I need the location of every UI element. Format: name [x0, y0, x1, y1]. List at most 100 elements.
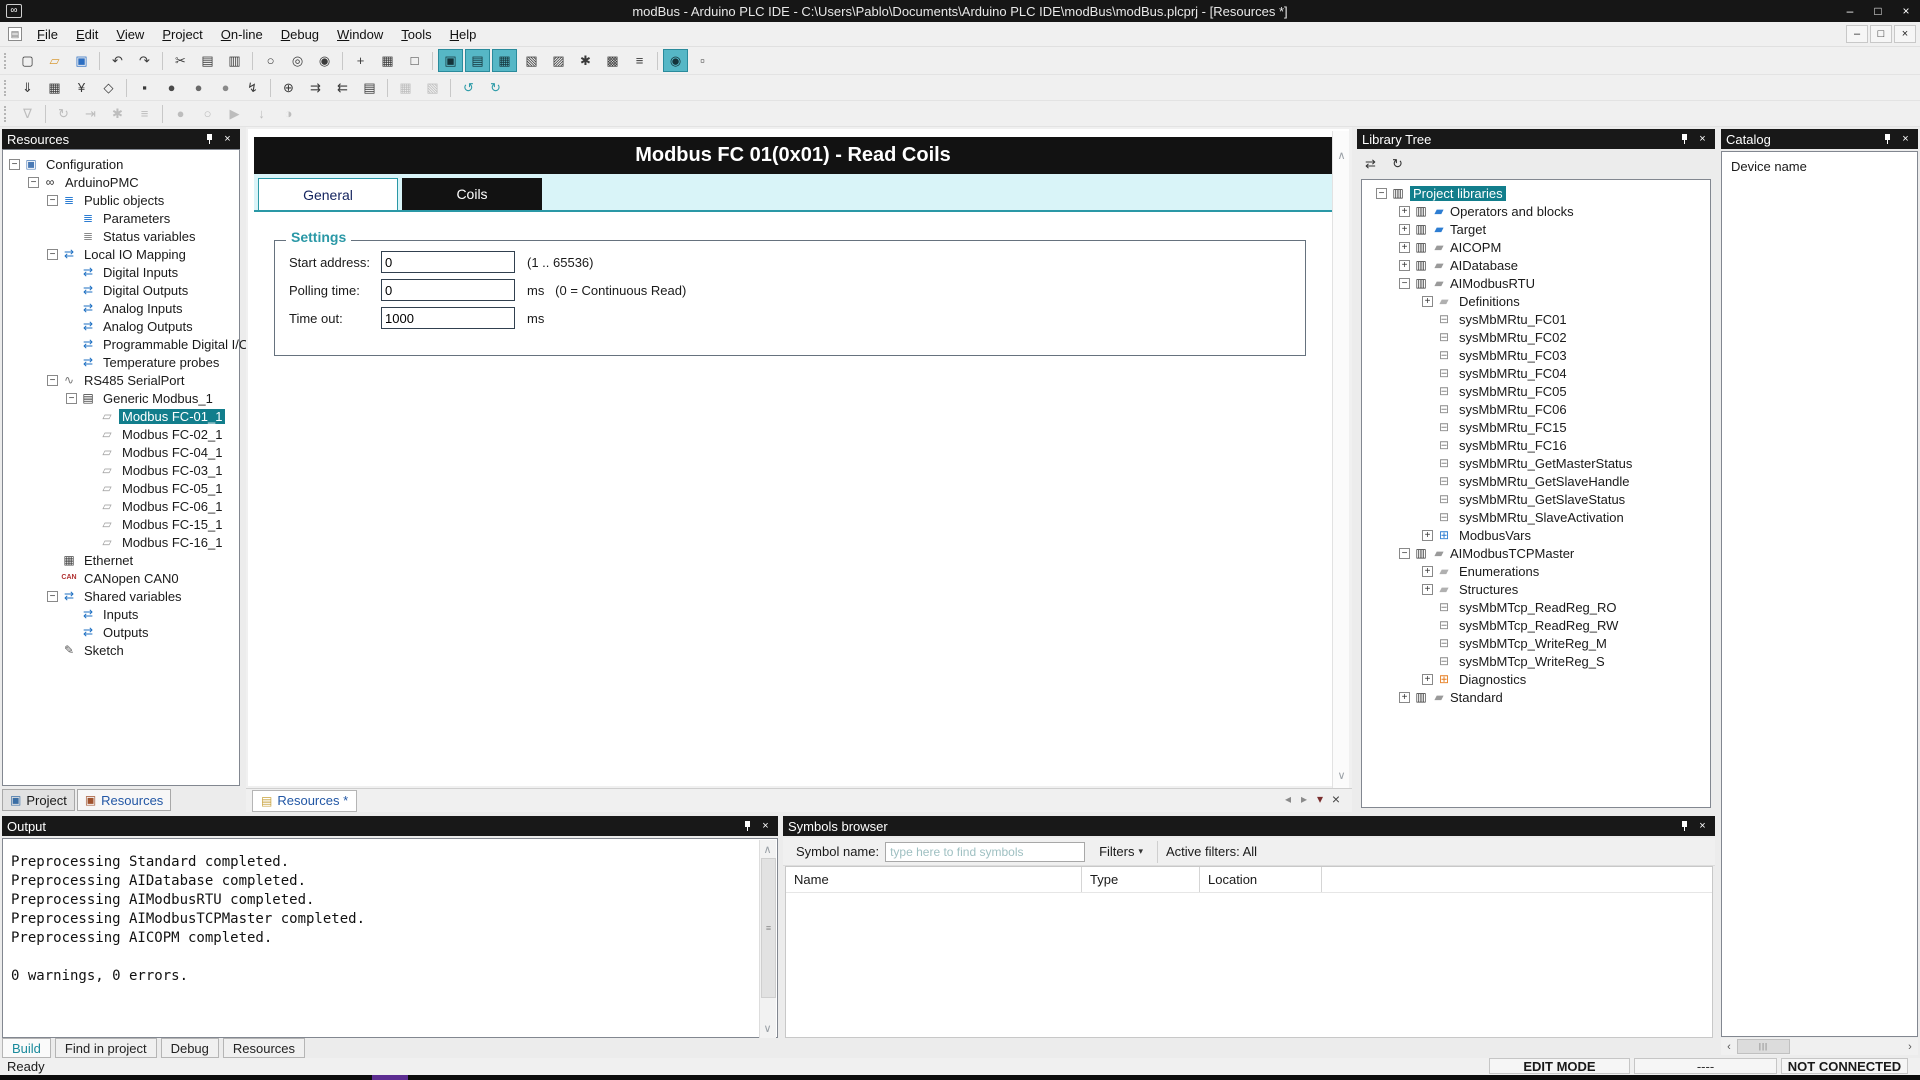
pin-icon[interactable]: [740, 819, 755, 834]
undo-icon[interactable]: ↶: [105, 49, 130, 72]
library-item-sysmbmrtu-fc05[interactable]: ⊟sysMbMRtu_FC05: [1362, 382, 1710, 400]
scrollbar-thumb[interactable]: ≡: [761, 858, 776, 998]
resources-item-rs485-serialport[interactable]: −∿RS485 SerialPort: [3, 371, 239, 389]
text-editor-icon[interactable]: ≡: [627, 49, 652, 72]
close-icon[interactable]: ×: [1695, 819, 1710, 834]
trigger-icon[interactable]: ↯: [240, 76, 265, 99]
resources-item-programmable-digital-i-o[interactable]: ⇄Programmable Digital I/O: [3, 335, 239, 353]
led-2-icon[interactable]: ●: [186, 76, 211, 99]
run-icon[interactable]: ▶: [222, 102, 247, 125]
resources-item-modbus-fc-16-1[interactable]: ▱Modbus FC-16_1: [3, 533, 239, 551]
bottom-tab-find-in-project[interactable]: Find in project: [55, 1038, 157, 1058]
resources-item-outputs[interactable]: ⇄Outputs: [3, 623, 239, 641]
copy-icon[interactable]: ▤: [195, 49, 220, 72]
resources-item-modbus-fc-02-1[interactable]: ▱Modbus FC-02_1: [3, 425, 239, 443]
resources-item-local-io-mapping[interactable]: −⇄Local IO Mapping: [3, 245, 239, 263]
resources-item-digital-inputs[interactable]: ⇄Digital Inputs: [3, 263, 239, 281]
menu-help[interactable]: Help: [441, 24, 486, 45]
trend-window-icon[interactable]: ▩: [600, 49, 625, 72]
collapse-icon[interactable]: −: [9, 159, 20, 170]
library-item-sysmbmrtu-getmasterstatus[interactable]: ⊟sysMbMRtu_GetMasterStatus: [1362, 454, 1710, 472]
key-icon[interactable]: ¥: [69, 76, 94, 99]
library-item-sysmbmrtu-fc04[interactable]: ⊟sysMbMRtu_FC04: [1362, 364, 1710, 382]
attach-icon[interactable]: ◑: [276, 102, 301, 125]
polling-time-input[interactable]: [381, 279, 515, 301]
resources-item-generic-modbus-1[interactable]: −▤Generic Modbus_1: [3, 389, 239, 407]
insert-watch-icon[interactable]: ⇇: [330, 76, 355, 99]
record-icon[interactable]: ●: [168, 102, 193, 125]
led-1-icon[interactable]: ●: [159, 76, 184, 99]
symbol-search-input[interactable]: [885, 842, 1085, 862]
scroll-down-icon[interactable]: ∨: [760, 1022, 775, 1035]
menu-view[interactable]: View: [107, 24, 153, 45]
menu-project[interactable]: Project: [153, 24, 211, 45]
resources-item-configuration[interactable]: −▣Configuration: [3, 155, 239, 173]
collapse-icon[interactable]: −: [28, 177, 39, 188]
grid-config-icon[interactable]: ▧: [420, 76, 445, 99]
resources-item-arduinopmc[interactable]: −∞ArduinoPMC: [3, 173, 239, 191]
pin-icon[interactable]: [1677, 132, 1692, 147]
print-preview-icon[interactable]: □: [402, 49, 427, 72]
resources-item-status-variables[interactable]: ≣Status variables: [3, 227, 239, 245]
tab-project[interactable]: ▣ Project: [2, 789, 75, 811]
scroll-right-icon[interactable]: ›: [1902, 1041, 1918, 1053]
step-icon[interactable]: ↓: [249, 102, 274, 125]
library-item-sysmbmtcp-writereg-s[interactable]: ⊟sysMbMTcp_WriteReg_S: [1362, 652, 1710, 670]
close-icon[interactable]: ×: [1898, 132, 1913, 147]
doc-tab-resources[interactable]: ▤ Resources *: [252, 790, 357, 812]
library-item-aimodbustcpmaster[interactable]: −▥▰AIModbusTCPMaster: [1362, 544, 1710, 562]
library-item-sysmbmrtu-fc06[interactable]: ⊟sysMbMRtu_FC06: [1362, 400, 1710, 418]
mdi-restore-icon[interactable]: □: [1870, 25, 1892, 43]
tab-general[interactable]: General: [258, 178, 398, 210]
tab-resources[interactable]: ▣ Resources: [77, 789, 171, 811]
library-item-sysmbmtcp-writereg-m[interactable]: ⊟sysMbMTcp_WriteReg_M: [1362, 634, 1710, 652]
task-list-icon[interactable]: ≡: [132, 102, 157, 125]
pin-icon[interactable]: [1677, 819, 1692, 834]
collapse-icon[interactable]: −: [1399, 548, 1410, 559]
collapse-icon[interactable]: −: [47, 249, 58, 260]
pin-icon[interactable]: [1880, 132, 1895, 147]
resources-item-public-objects[interactable]: −≣Public objects: [3, 191, 239, 209]
resources-item-modbus-fc-05-1[interactable]: ▱Modbus FC-05_1: [3, 479, 239, 497]
library-refresh-icon[interactable]: ↻: [1385, 153, 1410, 176]
options-icon[interactable]: ✱: [573, 49, 598, 72]
download-code-icon[interactable]: ⇓: [15, 76, 40, 99]
library-item-project-libraries[interactable]: −▥Project libraries: [1362, 184, 1710, 202]
compile-icon[interactable]: ▦: [42, 76, 67, 99]
library-item-structures[interactable]: +▰Structures: [1362, 580, 1710, 598]
tab-coils[interactable]: Coils: [402, 178, 542, 210]
library-item-sysmbmtcp-readreg-rw[interactable]: ⊟sysMbMTcp_ReadReg_RW: [1362, 616, 1710, 634]
bottom-tab-resources[interactable]: Resources: [223, 1038, 305, 1058]
run-task-icon[interactable]: ↻: [51, 102, 76, 125]
grid-mapping-icon[interactable]: ▦: [393, 76, 418, 99]
paste-icon[interactable]: ▥: [222, 49, 247, 72]
filters-button[interactable]: Filters ▾: [1093, 842, 1149, 861]
task-config-icon[interactable]: ✱: [105, 102, 130, 125]
close-icon[interactable]: ×: [1695, 132, 1710, 147]
save-project-icon[interactable]: ▣: [69, 49, 94, 72]
find-icon[interactable]: ○: [258, 49, 283, 72]
resources-item-analog-outputs[interactable]: ⇄Analog Outputs: [3, 317, 239, 335]
menu-edit[interactable]: Edit: [67, 24, 107, 45]
editor-vertical-scrollbar[interactable]: ∧ ∨: [1332, 131, 1349, 788]
resources-item-modbus-fc-15-1[interactable]: ▱Modbus FC-15_1: [3, 515, 239, 533]
bottom-tab-debug[interactable]: Debug: [161, 1038, 219, 1058]
resources-item-modbus-fc-03-1[interactable]: ▱Modbus FC-03_1: [3, 461, 239, 479]
mdi-minimize-icon[interactable]: –: [1846, 25, 1868, 43]
library-tree-window-icon[interactable]: ▦: [492, 49, 517, 72]
symbols-browser-window-icon[interactable]: ◉: [663, 49, 688, 72]
expand-icon[interactable]: +: [1422, 566, 1433, 577]
library-item-sysmbmrtu-fc02[interactable]: ⊟sysMbMRtu_FC02: [1362, 328, 1710, 346]
collapse-icon[interactable]: −: [47, 195, 58, 206]
collapse-icon[interactable]: −: [1399, 278, 1410, 289]
led-3-icon[interactable]: ●: [213, 76, 238, 99]
collapse-icon[interactable]: −: [66, 393, 77, 404]
library-item-sysmbmtcp-readreg-ro[interactable]: ⊟sysMbMTcp_ReadReg_RO: [1362, 598, 1710, 616]
library-item-definitions[interactable]: +▰Definitions: [1362, 292, 1710, 310]
scrollbar-thumb[interactable]: |||: [1737, 1039, 1790, 1054]
menu-debug[interactable]: Debug: [272, 24, 328, 45]
doc-nav-prev-icon[interactable]: ◂: [1280, 792, 1296, 806]
navigate-back-icon[interactable]: ↺: [456, 76, 481, 99]
column-header-location[interactable]: Location: [1200, 867, 1322, 892]
resources-item-sketch[interactable]: ✎Sketch: [3, 641, 239, 659]
